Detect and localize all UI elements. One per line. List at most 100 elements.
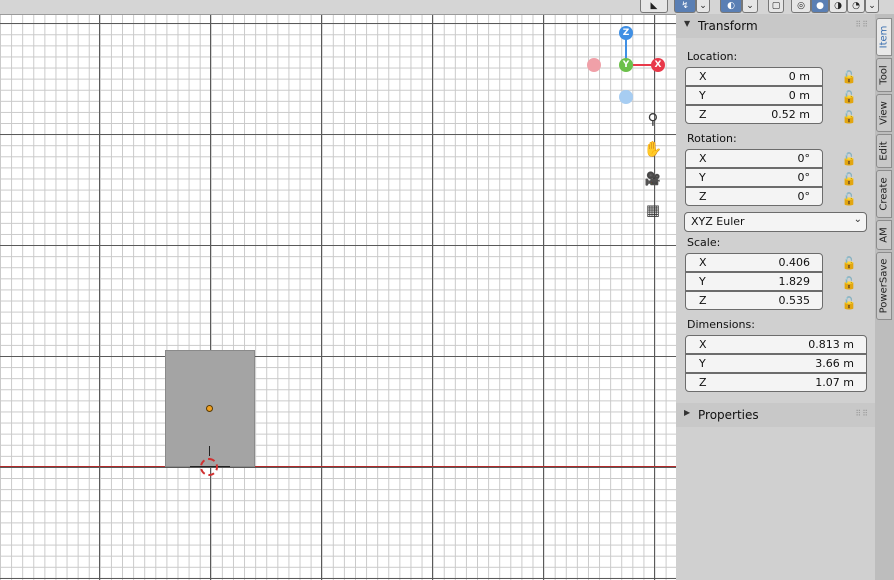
rotation-mode-select[interactable]: XYZ Euler ⌄	[684, 212, 867, 232]
tab-view[interactable]: View	[876, 94, 892, 132]
object-origin	[206, 405, 213, 412]
tab-create[interactable]: Create	[876, 170, 892, 218]
expand-triangle-icon: ▶	[684, 408, 691, 417]
axis-label: Y	[699, 171, 706, 184]
field-value: 0.52 m	[771, 108, 810, 121]
field-value: 0.535	[778, 294, 811, 307]
axis-label: X	[699, 152, 707, 165]
tab-label: Item	[878, 25, 890, 49]
sidebar-tabs: Item Tool View Edit Create AM PowerSave	[875, 14, 894, 580]
field-value: 0.406	[778, 256, 811, 269]
dimensions-x-field[interactable]: X 0.813 m	[685, 335, 867, 354]
xray-icon[interactable]: ▢	[768, 0, 784, 13]
properties-header[interactable]: ▶ Properties ⠿⠿	[676, 403, 875, 427]
transform-title: Transform	[698, 19, 758, 33]
rotation-y-field[interactable]: Y 0°	[685, 168, 823, 187]
cursor-tool-icon[interactable]: ↯	[674, 0, 696, 13]
drag-grip-icon[interactable]: ⠿⠿	[855, 409, 869, 418]
collapse-triangle-icon: ▼	[684, 19, 691, 28]
rotation-label: Rotation:	[687, 132, 737, 145]
axis-label: Y	[699, 89, 706, 102]
overlay-icon[interactable]: ◐	[720, 0, 742, 13]
field-value: 0°	[797, 171, 811, 184]
tab-label: Tool	[878, 65, 890, 85]
transform-header[interactable]: ▼ Transform ⠿⠿	[676, 14, 875, 38]
field-value: 1.07 m	[815, 376, 854, 389]
tab-item[interactable]: Item	[876, 18, 892, 56]
field-value: 0°	[797, 190, 811, 203]
lock-icon[interactable]: 🔓	[841, 276, 857, 290]
axis-label: X	[699, 338, 707, 351]
gizmo-neg-x-ball[interactable]	[587, 58, 601, 72]
lock-icon[interactable]: 🔓	[841, 70, 857, 84]
scale-label: Scale:	[687, 236, 721, 249]
location-y-field[interactable]: Y 0 m	[685, 86, 823, 105]
gizmo-x-axis-line	[633, 64, 653, 66]
scale-y-field[interactable]: Y 1.829	[685, 272, 823, 291]
field-value: 0 m	[788, 89, 810, 102]
tab-powersave[interactable]: PowerSave	[876, 252, 892, 320]
location-x-field[interactable]: X 0 m	[685, 67, 823, 86]
overlay-dropdown-chevron-icon[interactable]: ⌄	[742, 0, 758, 13]
rendered-shading-icon[interactable]: ◔	[847, 0, 865, 13]
chevron-down-icon: ⌄	[853, 214, 862, 225]
gizmo-dropdown-chevron-icon[interactable]: ⌄	[696, 0, 710, 13]
field-value: 0 m	[788, 70, 810, 83]
properties-title: Properties	[698, 408, 759, 422]
pan-hand-icon[interactable]: ✋	[643, 139, 663, 159]
rotation-mode-value: XYZ Euler	[691, 215, 745, 228]
scale-x-field[interactable]: X 0.406	[685, 253, 823, 272]
gizmo-neg-z-ball[interactable]	[619, 90, 633, 104]
3d-cursor-crosshair	[209, 446, 210, 456]
tab-am[interactable]: AM	[876, 220, 892, 250]
sidebar-panel: ▼ Transform ⠿⠿ Location: X 0 m 🔓 Y 0 m 🔓…	[676, 14, 875, 580]
ortho-grid-icon[interactable]: ▦	[643, 200, 663, 220]
field-value: 3.66 m	[815, 357, 854, 370]
tab-tool[interactable]: Tool	[876, 58, 892, 92]
camera-view-icon[interactable]: ◣	[640, 0, 668, 13]
axis-label: X	[699, 256, 707, 269]
lock-icon[interactable]: 🔓	[841, 90, 857, 104]
location-label: Location:	[687, 50, 738, 63]
field-value: 1.829	[778, 275, 811, 288]
tab-label: AM	[878, 227, 890, 243]
tab-label: Create	[878, 177, 890, 211]
shading-dropdown-chevron-icon[interactable]: ⌄	[865, 0, 879, 13]
axis-label: X	[699, 70, 707, 83]
scale-z-field[interactable]: Z 0.535	[685, 291, 823, 310]
material-shading-icon[interactable]: ◑	[829, 0, 847, 13]
axis-label: Z	[699, 376, 707, 389]
zoom-icon[interactable]: ⚲	[643, 109, 663, 129]
axis-label: Z	[699, 294, 707, 307]
field-value: 0.813 m	[808, 338, 854, 351]
tab-label: View	[878, 101, 890, 125]
lock-icon[interactable]: 🔓	[841, 296, 857, 310]
camera-icon[interactable]: 🎥	[643, 170, 663, 190]
rotation-z-field[interactable]: Z 0°	[685, 187, 823, 206]
3d-cursor[interactable]	[200, 458, 218, 476]
gizmo-x-ball[interactable]: X	[651, 58, 665, 72]
lock-icon[interactable]: 🔓	[841, 152, 857, 166]
dimensions-z-field[interactable]: Z 1.07 m	[685, 373, 867, 392]
dimensions-label: Dimensions:	[687, 318, 755, 331]
lock-icon[interactable]: 🔓	[841, 256, 857, 270]
field-value: 0°	[797, 152, 811, 165]
axis-label: Y	[699, 357, 706, 370]
tab-label: Edit	[878, 141, 890, 161]
location-z-field[interactable]: Z 0.52 m	[685, 105, 823, 124]
dimensions-y-field[interactable]: Y 3.66 m	[685, 354, 867, 373]
axis-label: Z	[699, 108, 707, 121]
rotation-x-field[interactable]: X 0°	[685, 149, 823, 168]
tab-edit[interactable]: Edit	[876, 134, 892, 168]
lock-icon[interactable]: 🔓	[841, 110, 857, 124]
wireframe-shading-icon[interactable]: ◎	[791, 0, 811, 13]
axis-label: Y	[699, 275, 706, 288]
lock-icon[interactable]: 🔓	[841, 172, 857, 186]
gizmo-z-ball[interactable]: Z	[619, 26, 633, 40]
lock-icon[interactable]: 🔓	[841, 192, 857, 206]
drag-grip-icon[interactable]: ⠿⠿	[855, 20, 869, 29]
tab-label: PowerSave	[878, 258, 890, 314]
solid-shading-icon[interactable]: ●	[811, 0, 829, 13]
viewport-header: ◣ ↯ ⌄ ◐ ⌄ ▢ ◎ ● ◑ ◔ ⌄	[0, 0, 894, 15]
gizmo-y-ball[interactable]: Y	[619, 58, 633, 72]
